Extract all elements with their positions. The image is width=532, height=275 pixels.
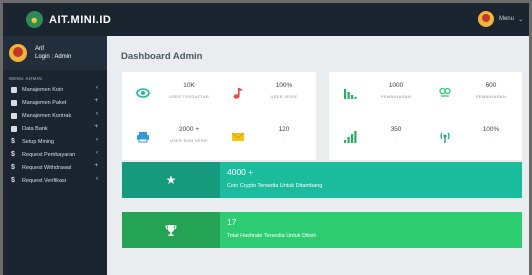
sidebar-item-request-pembayaran[interactable]: $ Request Pembayaran ‹ (3, 148, 107, 161)
logo-icon: ☻ (26, 11, 43, 28)
eye-icon (136, 88, 150, 98)
dollar-icon: $ (11, 150, 15, 158)
table-icon (11, 112, 17, 119)
signal-icon (440, 132, 450, 143)
menu-header: MENU ADMIN (9, 76, 43, 81)
app-window: ☻ AIT.MINI.ID Menu ⌄ Arif Login : Admin … (3, 3, 529, 275)
plus-icon: + (94, 98, 98, 104)
stat-value: 2000 + (178, 126, 200, 133)
stats-panel-right: 1000 PEMBAYARAN 600 PEMBAYARAN 350 - 100… (329, 72, 522, 160)
dollar-icon: $ (11, 176, 15, 184)
avatar (9, 44, 27, 62)
sidebar-item-manajemen-paket[interactable]: Manajemen Paket + (3, 96, 107, 109)
sidebar-item-request-verifikasi[interactable]: $ Request Verifikasi ‹ (3, 174, 107, 187)
banner-value: 17 (227, 217, 237, 227)
stat-value: 100% (275, 82, 293, 89)
sidebar-item-label: Data Bank (22, 125, 48, 132)
top-navbar: ☻ AIT.MINI.ID Menu ⌄ (3, 3, 529, 36)
sidebar-item-manajemen-koin[interactable]: Manajemen Koin ‹ (3, 83, 107, 96)
profile-name: Arif (35, 46, 44, 52)
profile-role: Login : Admin (35, 54, 72, 60)
printer-icon (137, 132, 149, 143)
table-icon (11, 125, 17, 132)
stat-label: - (283, 138, 285, 143)
stat-card: 10K USER TERDAFTAR (122, 72, 224, 116)
sidebar-item-label: Manajemen Koin (22, 86, 64, 93)
stat-label: USER TERDAFTAR (168, 94, 210, 99)
stat-card: 120 - (217, 116, 319, 160)
dollar-icon: $ (11, 163, 15, 171)
stat-card: 350 - (329, 116, 431, 160)
trophy-icon (122, 212, 220, 248)
chevron-left-icon: ‹ (96, 176, 98, 182)
sidebar-item-label: Request Verifikasi (22, 177, 67, 184)
sidebar-item-setup-mining[interactable]: $ Setup Mining ‹ (3, 135, 107, 148)
bar-chart-icon (344, 89, 357, 99)
sidebar-item-label: Request Pembayaran (22, 151, 76, 158)
stat-label: PEMBAYARAN (475, 94, 507, 99)
dollar-icon: $ (11, 137, 15, 145)
stat-label: USER VERIF (270, 94, 298, 99)
stat-value: 10K (183, 82, 195, 89)
stat-card: 100% USER VERIF (217, 72, 319, 116)
sidebar-item-label: Manajemen Paket (22, 99, 67, 106)
table-icon (11, 99, 17, 106)
user-menu[interactable]: Menu ⌄ (477, 11, 523, 27)
stat-label: USER NON VERIF (169, 138, 209, 143)
stat-label: PEMBAYARAN (380, 94, 412, 99)
banner-description: Total Hashrate Tersedia Untuk Dibeli (227, 233, 316, 239)
stat-label: - (490, 138, 492, 143)
brand-logo[interactable]: ☻ AIT.MINI.ID (26, 11, 111, 28)
table-icon (11, 86, 17, 93)
user-menu-label: Menu (498, 16, 514, 22)
star-icon: ★ (122, 162, 220, 198)
chevron-down-icon: ⌄ (517, 16, 523, 23)
chevron-left-icon: ‹ (96, 137, 98, 143)
stat-card: 600 PEMBAYARAN (424, 72, 526, 116)
sidebar: Arif Login : Admin MENU ADMIN Manajemen … (3, 36, 107, 275)
chevron-left-icon: ‹ (96, 85, 98, 91)
link-icon (439, 87, 451, 97)
plus-icon: + (94, 163, 98, 169)
plus-icon: + (94, 124, 98, 130)
stat-value: 1000 (388, 82, 404, 89)
sidebar-item-request-withdrawal[interactable]: $ Request Withdrawal + (3, 161, 107, 174)
stat-card: 2000 + USER NON VERIF (122, 116, 224, 160)
stat-value: 350 (390, 126, 402, 133)
banner-description: Coin Crypto Tersedia Untuk Ditambang (227, 183, 323, 189)
bar-chart-icon (344, 131, 357, 143)
coin-banner: ★ 4000 + Coin Crypto Tersedia Untuk Dita… (122, 162, 522, 198)
sidebar-item-label: Setup Mining (22, 138, 55, 145)
stat-card: 1000 PEMBAYARAN (329, 72, 431, 116)
sidebar-item-label: Manajemen Kontrak (22, 112, 72, 119)
sidebar-item-data-bank[interactable]: Data Bank + (3, 122, 107, 135)
chevron-left-icon: ‹ (96, 111, 98, 117)
sidebar-item-label: Request Withdrawal (22, 164, 72, 171)
stats-panel-left: 10K USER TERDAFTAR 100% USER VERIF 2000 … (122, 72, 316, 160)
stat-label: - (395, 138, 397, 143)
stat-value: 100% (482, 126, 500, 133)
stat-value: 120 (278, 126, 290, 133)
envelope-icon (231, 132, 245, 141)
stat-value: 600 (485, 82, 497, 89)
music-icon (233, 88, 243, 99)
hashrate-banner: 17 Total Hashrate Tersedia Untuk Dibeli (122, 212, 522, 248)
logo-text: AIT.MINI.ID (49, 13, 112, 26)
avatar (477, 11, 494, 27)
sidebar-item-manajemen-kontrak[interactable]: Manajemen Kontrak ‹ (3, 109, 107, 122)
chevron-left-icon: ‹ (96, 150, 98, 156)
page-title: Dashboard Admin (121, 51, 203, 62)
stat-card: 100% - (424, 116, 526, 160)
banner-value: 4000 + (227, 167, 254, 177)
sidebar-profile: Arif Login : Admin (3, 36, 107, 70)
